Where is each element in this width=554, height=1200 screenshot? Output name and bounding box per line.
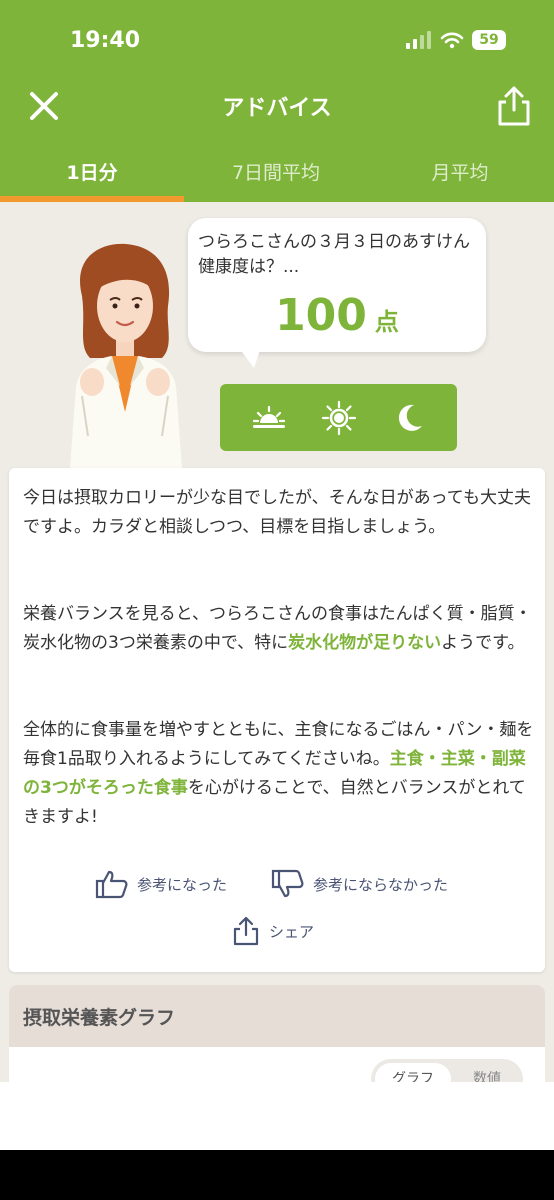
tab-indicator [0,196,184,202]
helpful-label: 参考になった [137,875,228,894]
bubble-question: つらろこさんの３月３日のあすけん健康度は？... [198,232,470,277]
graph-card-title: 摂取栄養素グラフ [23,1007,176,1029]
advisor-avatar [70,243,182,468]
thumbs-down-icon [271,869,304,898]
graph-view-button[interactable]: グラフ [375,1063,451,1082]
signal-icon [406,31,431,49]
wifi-icon [440,32,464,49]
status-icons: 59 [406,30,506,50]
page-title: アドバイス [222,96,332,121]
helpful-button[interactable]: 参考になった [95,868,227,900]
advice-paragraph-2: 栄養バランスを見ると、つらろこさんの食事はたんぱく質・脂質・炭水化物の3つ栄養素… [23,600,535,658]
graph-card-header: 摂取栄養素グラフ [9,985,545,1047]
score-unit: 点 [374,308,399,336]
score-bubble: つらろこさんの３月３日のあすけん健康度は？... 100 点 [188,218,486,352]
not-helpful-label: 参考にならなかった [313,875,449,894]
battery-indicator: 59 [472,30,506,50]
graph-view-toggle: グラフ 数値 [371,1059,523,1082]
tab-7day-average[interactable]: 7日間平均 [184,158,368,185]
dinner-moon-icon[interactable] [390,399,428,437]
advice-card: 今日は摂取カロリーが少な目でしたが、そんな日があっても大丈夫ですよ。カラダと相談… [9,468,545,972]
advice-p2-highlight: 炭水化物が足りない [288,633,442,653]
advice-paragraph-1: 今日は摂取カロリーが少な目でしたが、そんな日があっても大丈夫ですよ。カラダと相談… [23,488,531,537]
lunch-sun-icon[interactable] [320,399,358,437]
meal-selector [220,384,457,451]
advice-paragraph-3: 全体的に食事量を増やすとともに、主食になるごはん・パン・麺を毎食1品取り入れるよ… [23,716,535,832]
app-screen: 19:40 59 アドバイス 1日分 7日間平均 月平均 つらろこさんの３月３日… [0,0,554,1082]
share-icon [233,916,259,946]
bottom-bar [0,1150,554,1200]
values-view-button[interactable]: 数値 [455,1063,519,1082]
tab-monthly-average[interactable]: 月平均 [368,158,552,185]
not-helpful-button[interactable]: 参考にならなかった [271,868,448,900]
header-bar: 19:40 59 アドバイス 1日分 7日間平均 月平均 [0,0,554,202]
advice-p2-end: ようです。 [441,633,525,653]
score-value: 100 [275,290,367,341]
breakfast-sunrise-icon[interactable] [250,399,288,437]
share-advice-button[interactable]: シェア [231,915,314,947]
status-time: 19:40 [70,28,141,53]
health-score: 100 点 [188,290,486,341]
bubble-tail [236,344,262,368]
tab-1day[interactable]: 1日分 [0,158,184,185]
share-label: シェア [269,922,315,941]
thumbs-up-icon [95,870,128,899]
nutrient-graph-card: 摂取栄養素グラフ グラフ 数値 [9,985,545,1082]
share-icon[interactable] [496,84,532,128]
